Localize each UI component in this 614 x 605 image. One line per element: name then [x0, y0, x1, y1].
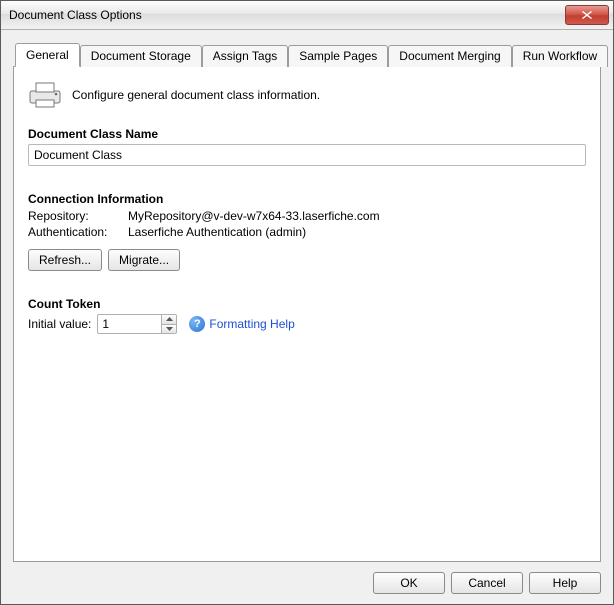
count-token-heading: Count Token	[28, 297, 586, 311]
client-area: General Document Storage Assign Tags Sam…	[1, 30, 613, 604]
doc-class-section: Document Class Name	[28, 127, 586, 166]
dialog-footer: OK Cancel Help	[13, 562, 601, 594]
ok-button[interactable]: OK	[373, 572, 445, 594]
printer-icon	[28, 81, 62, 109]
help-button[interactable]: Help	[529, 572, 601, 594]
tab-label: Document Storage	[91, 49, 191, 63]
tabs-container: General Document Storage Assign Tags Sam…	[13, 42, 601, 562]
repository-row: Repository: MyRepository@v-dev-w7x64-33.…	[28, 209, 586, 223]
tab-strip: General Document Storage Assign Tags Sam…	[15, 42, 601, 66]
tab-label: Run Workflow	[523, 49, 597, 63]
chevron-down-icon	[166, 327, 173, 331]
authentication-row: Authentication: Laserfiche Authenticatio…	[28, 225, 586, 239]
doc-class-name-input[interactable]	[28, 144, 586, 166]
migrate-button[interactable]: Migrate...	[108, 249, 180, 271]
doc-class-heading: Document Class Name	[28, 127, 586, 141]
window-title: Document Class Options	[9, 8, 565, 22]
spinner-arrows	[161, 314, 177, 334]
count-token-section: Count Token Initial value:	[28, 297, 586, 334]
connection-heading: Connection Information	[28, 192, 586, 206]
tab-panel-general: Configure general document class informa…	[13, 66, 601, 562]
chevron-up-icon	[166, 317, 173, 321]
help-icon: ?	[189, 316, 205, 332]
tab-label: Document Merging	[399, 49, 500, 63]
close-button[interactable]	[565, 5, 609, 25]
connection-section: Connection Information Repository: MyRep…	[28, 192, 586, 271]
tab-sample-pages[interactable]: Sample Pages	[288, 45, 388, 67]
tab-label: General	[26, 48, 69, 62]
authentication-label: Authentication:	[28, 225, 128, 239]
spinner-down-button[interactable]	[162, 324, 176, 334]
tab-assign-tags[interactable]: Assign Tags	[202, 45, 288, 67]
cancel-button[interactable]: Cancel	[451, 572, 523, 594]
dialog-window: Document Class Options General Document …	[0, 0, 614, 605]
tab-document-merging[interactable]: Document Merging	[388, 45, 511, 67]
initial-value-input[interactable]	[97, 314, 161, 334]
refresh-button[interactable]: Refresh...	[28, 249, 102, 271]
tab-document-storage[interactable]: Document Storage	[80, 45, 202, 67]
connection-buttons: Refresh... Migrate...	[28, 249, 586, 271]
intro-text: Configure general document class informa…	[72, 88, 320, 102]
formatting-help-label: Formatting Help	[209, 317, 294, 331]
spinner-up-button[interactable]	[162, 315, 176, 324]
initial-value-spinner	[97, 314, 177, 334]
tab-general[interactable]: General	[15, 43, 80, 67]
count-token-row: Initial value:	[28, 314, 586, 334]
titlebar: Document Class Options	[1, 1, 613, 30]
intro-row: Configure general document class informa…	[28, 81, 586, 109]
tab-run-workflow[interactable]: Run Workflow	[512, 45, 608, 67]
tab-label: Assign Tags	[213, 49, 277, 63]
authentication-value: Laserfiche Authentication (admin)	[128, 225, 306, 239]
close-icon	[582, 11, 592, 19]
initial-value-label: Initial value:	[28, 317, 91, 331]
repository-value: MyRepository@v-dev-w7x64-33.laserfiche.c…	[128, 209, 380, 223]
repository-label: Repository:	[28, 209, 128, 223]
tab-label: Sample Pages	[299, 49, 377, 63]
formatting-help-link[interactable]: ? Formatting Help	[189, 316, 294, 332]
